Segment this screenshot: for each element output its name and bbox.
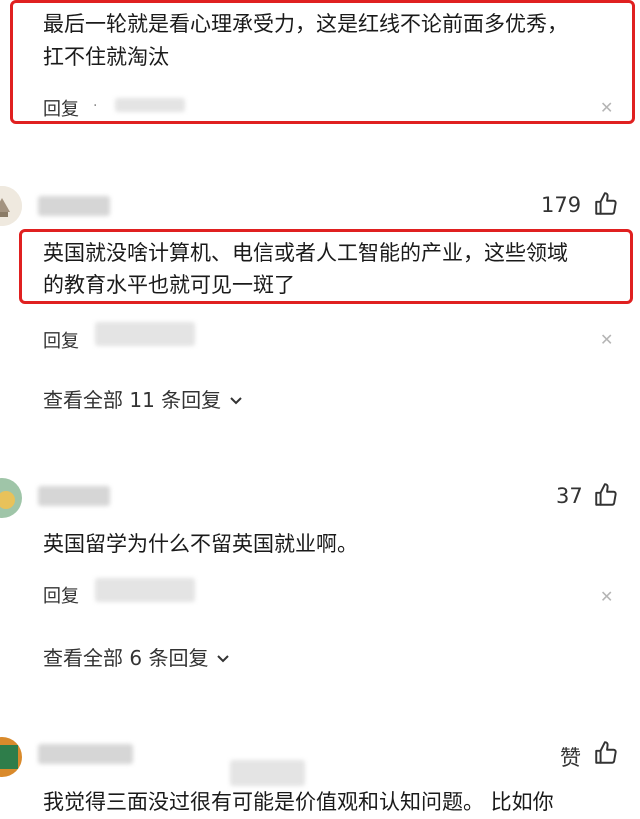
- blurred-timestamp: [115, 98, 185, 112]
- close-icon[interactable]: ✕: [600, 587, 613, 606]
- like-label: 赞: [560, 746, 581, 770]
- separator-dot: ·: [93, 98, 98, 114]
- view-all-replies-label: 查看全部 6 条回复: [43, 646, 209, 670]
- close-icon[interactable]: ✕: [600, 330, 613, 349]
- view-all-replies-link[interactable]: 查看全部 11 条回复: [43, 384, 244, 414]
- thumbs-up-icon[interactable]: [593, 740, 619, 766]
- avatar[interactable]: [0, 186, 22, 226]
- avatar[interactable]: [0, 478, 22, 518]
- thumbs-up-icon[interactable]: [593, 482, 619, 508]
- blurred-timestamp: [95, 322, 195, 346]
- reply-button[interactable]: 回复: [43, 327, 79, 353]
- close-icon[interactable]: ✕: [600, 98, 613, 117]
- view-all-replies-link[interactable]: 查看全部 6 条回复: [43, 642, 231, 672]
- blurred-username[interactable]: [38, 486, 110, 506]
- chevron-down-icon: [215, 648, 231, 672]
- comment-text: 的教育水平也就可见一斑了: [43, 273, 295, 297]
- blurred-timestamp: [95, 578, 195, 602]
- like-count: 37: [556, 484, 583, 508]
- view-all-replies-label: 查看全部 11 条回复: [43, 388, 222, 412]
- comment-text: 最后一轮就是看心理承受力，这是红线不论前面多优秀，: [43, 12, 568, 36]
- blurred-username[interactable]: [38, 744, 133, 764]
- reply-button[interactable]: 回复: [43, 95, 79, 121]
- blurred-username[interactable]: [38, 196, 110, 216]
- comment-text: 英国就没啥计算机、电信或者人工智能的产业，这些领域: [43, 241, 568, 265]
- blurred-overlay: [230, 760, 305, 786]
- chevron-down-icon: [228, 390, 244, 414]
- comment-text: 我觉得三面没过很有可能是价值观和认知问题。 比如你: [43, 790, 554, 814]
- like-count: 179: [541, 193, 582, 217]
- avatar[interactable]: [0, 737, 22, 777]
- reply-button[interactable]: 回复: [43, 582, 79, 608]
- comment-text: 英国留学为什么不留英国就业啊。: [43, 532, 358, 556]
- thumbs-up-icon[interactable]: [593, 191, 619, 217]
- comment-text: 扛不住就淘汰: [43, 45, 169, 69]
